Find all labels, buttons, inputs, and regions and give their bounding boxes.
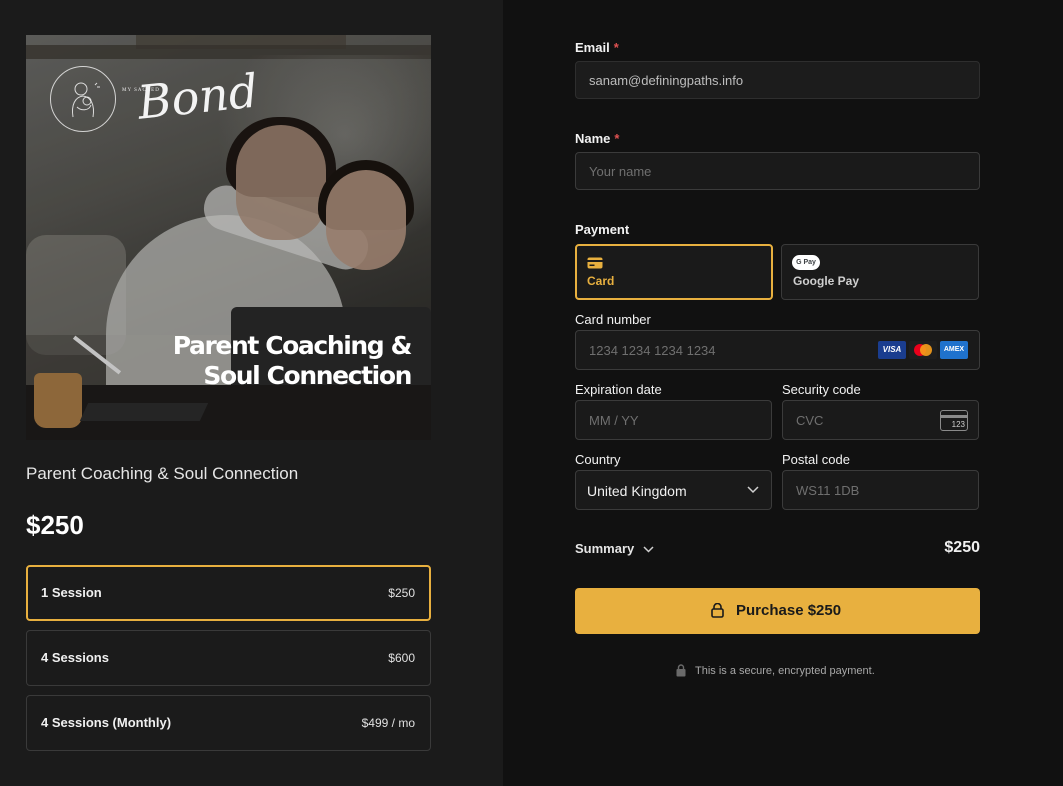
visa-icon: VISA: [878, 341, 906, 359]
country-select[interactable]: United Kingdom: [575, 470, 772, 510]
google-pay-icon: G Pay: [792, 255, 820, 270]
option-label: 4 Sessions (Monthly): [41, 715, 172, 730]
card-number-label: Card number: [575, 312, 651, 327]
payment-method-label: Google Pay: [793, 274, 860, 288]
option-4-sessions[interactable]: 4 Sessions $600: [26, 630, 431, 686]
chevron-down-icon: [747, 486, 759, 494]
cvc-label: Security code: [782, 382, 861, 397]
product-panel: Parent Coaching & Soul Connection MY SAC…: [0, 0, 503, 786]
summary-toggle[interactable]: Summary: [575, 541, 654, 556]
cvc-card-icon: 123: [940, 410, 968, 431]
product-price: $250: [26, 510, 84, 540]
image-title: Parent Coaching & Soul Connection: [172, 331, 413, 390]
option-4-sessions-monthly[interactable]: 4 Sessions (Monthly) $499 / mo: [26, 695, 431, 751]
lock-icon: [676, 664, 686, 677]
postal-code-field[interactable]: [782, 470, 979, 510]
expiry-label: Expiration date: [575, 382, 662, 397]
email-field[interactable]: [575, 61, 980, 99]
option-price: $499 / mo: [361, 716, 415, 730]
payment-method-label: Card: [587, 274, 615, 288]
country-label: Country: [575, 452, 621, 467]
payment-method-card[interactable]: Card: [575, 244, 773, 300]
payment-label: Payment: [575, 222, 630, 237]
mother-child-logo-icon: [50, 66, 116, 132]
name-label: Name *: [575, 131, 620, 146]
option-label: 1 Session: [41, 585, 102, 600]
card-icon: [587, 257, 603, 269]
mastercard-icon: [909, 341, 937, 359]
name-field[interactable]: [575, 152, 980, 190]
payment-method-google-pay[interactable]: G Pay Google Pay: [781, 244, 979, 300]
product-title: Parent Coaching & Soul Connection: [26, 464, 299, 483]
lock-icon: [711, 603, 724, 618]
expiry-field[interactable]: [575, 400, 772, 440]
option-price: $250: [388, 586, 415, 600]
summary-total: $250: [944, 539, 980, 556]
option-1-session[interactable]: 1 Session $250: [26, 565, 431, 621]
chevron-down-icon: [643, 546, 654, 553]
country-value: United Kingdom: [587, 483, 687, 499]
purchase-button[interactable]: Purchase $250: [575, 588, 980, 634]
email-label: Email *: [575, 40, 619, 55]
option-price: $600: [388, 651, 415, 665]
purchase-label: Purchase $250: [736, 602, 842, 619]
amex-icon: AMEX: [940, 341, 968, 359]
option-label: 4 Sessions: [41, 650, 109, 665]
secure-note: This is a secure, encrypted payment.: [676, 664, 875, 680]
postal-label: Postal code: [782, 452, 850, 467]
